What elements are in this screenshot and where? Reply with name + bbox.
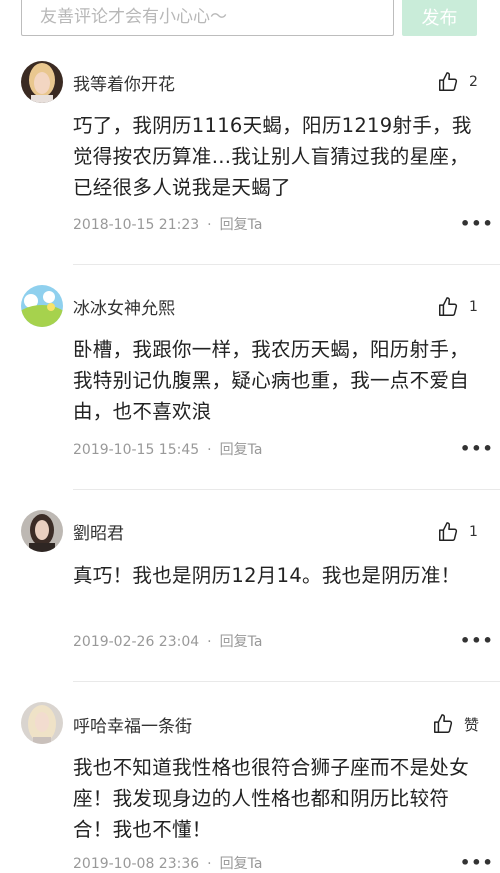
like-button[interactable]: 赞 [432, 713, 479, 735]
username[interactable]: 冰冰女神允熙 [73, 294, 175, 319]
reply-link[interactable]: 回复Ta [220, 856, 263, 872]
more-options-icon[interactable]: ••• [460, 214, 494, 233]
comment-meta: 2019-10-08 23:36 · 回复Ta [73, 856, 263, 872]
username[interactable]: 呼哈幸福一条街 [73, 712, 192, 737]
reply-link[interactable]: 回复Ta [220, 634, 263, 650]
like-button[interactable]: 2 [437, 71, 478, 93]
divider [73, 489, 500, 490]
avatar[interactable] [21, 61, 63, 103]
comment-time: 2019-10-08 23:36 [73, 856, 200, 872]
comment-meta: 2019-02-26 23:04 · 回复Ta [73, 634, 263, 650]
like-button[interactable]: 1 [437, 296, 478, 318]
like-count: 赞 [464, 715, 480, 734]
more-options-icon[interactable]: ••• [460, 439, 494, 458]
comment-time: 2018-10-15 21:23 [73, 217, 200, 233]
reply-link[interactable]: 回复Ta [220, 442, 263, 458]
more-options-icon[interactable]: ••• [460, 631, 494, 650]
comment-time: 2019-02-26 23:04 [73, 634, 200, 650]
comment-text: 卧槽，我跟你一样，我农历天蝎，阳历射手，我特别记仇腹黑，疑心病也重，我一点不爱自… [73, 338, 470, 423]
thumbs-up-icon [439, 297, 458, 316]
like-button[interactable]: 1 [437, 521, 478, 543]
thumbs-up-icon [434, 714, 453, 733]
divider [73, 264, 500, 265]
like-count: 2 [469, 74, 478, 90]
avatar[interactable] [21, 285, 63, 327]
avatar[interactable] [21, 702, 63, 744]
comment-meta: 2019-10-15 15:45 · 回复Ta [73, 442, 263, 458]
thumbs-up-icon [439, 522, 458, 541]
username[interactable]: 劉昭君 [73, 519, 124, 544]
comment-input[interactable] [21, 0, 394, 36]
reply-link[interactable]: 回复Ta [220, 217, 263, 233]
comment-input-bar: 发布 [0, 0, 500, 42]
publish-button[interactable]: 发布 [402, 0, 477, 36]
comment-time: 2019-10-15 15:45 [73, 442, 200, 458]
thumbs-up-icon [439, 72, 458, 91]
comment-meta: 2018-10-15 21:23 · 回复Ta [73, 217, 263, 233]
comment-text: 巧了，我阴历1116天蝎，阳历1219射手，我觉得按农历算准…我让别人盲猜过我的… [73, 114, 472, 199]
divider [73, 681, 500, 682]
comment-text: 真巧！我也是阴历12月14。我也是阴历准！ [73, 564, 461, 587]
like-count: 1 [469, 299, 478, 315]
avatar[interactable] [21, 510, 63, 552]
like-count: 1 [469, 524, 478, 540]
comment-text: 我也不知道我性格也很符合狮子座而不是处女座！我发现身边的人性格也都和阴历比较符合… [73, 756, 470, 841]
username[interactable]: 我等着你开花 [73, 70, 175, 95]
more-options-icon[interactable]: ••• [460, 853, 494, 872]
